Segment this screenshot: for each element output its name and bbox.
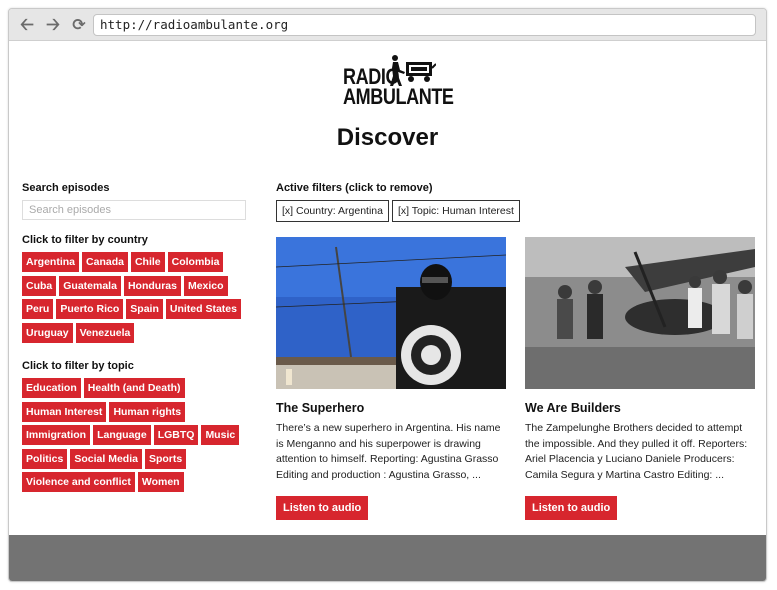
topic-tag-music[interactable]: Music xyxy=(201,425,240,445)
topic-tag-sports[interactable]: Sports xyxy=(144,448,187,469)
topic-tags: Education Health (and Death) Human Inter… xyxy=(22,378,252,496)
country-tag-peru[interactable]: Peru xyxy=(22,299,54,319)
active-filters-label: Active filters (click to remove) xyxy=(276,182,433,194)
country-tag-puerto-rico[interactable]: Puerto Rico xyxy=(56,299,124,319)
episode-image-builders[interactable] xyxy=(525,237,755,389)
search-label: Search episodes xyxy=(22,182,110,194)
topic-tag-social-media[interactable]: Social Media xyxy=(70,448,142,469)
topic-tag-education[interactable]: Education xyxy=(22,378,81,398)
back-arrow-icon[interactable]: 🡠 xyxy=(17,15,37,35)
topic-tag-lgbtq[interactable]: LGBTQ xyxy=(153,425,199,445)
topic-tag-human-interest[interactable]: Human Interest xyxy=(22,401,107,422)
episode-image-superhero[interactable] xyxy=(276,237,506,389)
country-tag-united-states[interactable]: United States xyxy=(165,299,241,319)
country-tag-chile[interactable]: Chile xyxy=(130,252,165,272)
country-tag-guatemala[interactable]: Guatemala xyxy=(59,275,121,296)
episode-description: There’s a new superhero in Argentina. Hi… xyxy=(276,422,501,481)
search-input[interactable] xyxy=(22,200,246,220)
episode-card: The Superhero There’s a new superhero in… xyxy=(276,237,506,520)
country-tag-venezuela[interactable]: Venezuela xyxy=(75,322,135,343)
country-tag-colombia[interactable]: Colombia xyxy=(167,252,224,272)
url-bar[interactable]: http://radioambulante.org xyxy=(93,14,756,36)
topic-tag-human-rights[interactable]: Human rights xyxy=(109,401,186,422)
episode-title[interactable]: The Superhero xyxy=(276,401,506,415)
active-filter-country[interactable]: [x] Country: Argentina xyxy=(276,200,389,222)
active-filters: [x] Country: Argentina [x] Topic: Human … xyxy=(276,200,756,222)
page-footer xyxy=(9,535,766,581)
episode-card: We Are Builders The Zampelunghe Brothers… xyxy=(525,237,755,520)
listen-to-audio-button[interactable]: Listen to audio xyxy=(525,496,618,520)
country-tag-mexico[interactable]: Mexico xyxy=(183,275,228,296)
forward-arrow-icon[interactable]: 🡢 xyxy=(43,15,63,35)
cart-man-icon xyxy=(390,55,436,86)
topic-tag-violence[interactable]: Violence and conflict xyxy=(22,472,135,492)
radio-ambulante-logo[interactable]: RADIO AMBULANTE xyxy=(336,54,454,109)
topic-tag-health[interactable]: Health (and Death) xyxy=(83,378,185,398)
country-tag-argentina[interactable]: Argentina xyxy=(22,252,80,272)
topic-tag-immigration[interactable]: Immigration xyxy=(22,425,91,445)
filter-sidebar: Search episodes Click to filter by count… xyxy=(22,182,252,496)
listen-to-audio-button[interactable]: Listen to audio xyxy=(276,496,369,520)
results-area: Active filters (click to remove) [x] Cou… xyxy=(276,182,756,520)
country-tag-honduras[interactable]: Honduras xyxy=(123,275,181,296)
browser-toolbar: 🡠 🡢 ⟳ http://radioambulante.org xyxy=(9,9,766,41)
country-tag-spain[interactable]: Spain xyxy=(126,299,163,319)
topic-tag-language[interactable]: Language xyxy=(93,425,151,445)
country-tag-uruguay[interactable]: Uruguay xyxy=(22,322,73,343)
browser-window: 🡠 🡢 ⟳ http://radioambulante.org RADIO AM… xyxy=(8,8,767,582)
page-content: RADIO AMBULANTE Discover Search episodes… xyxy=(9,42,766,535)
page-title: Discover xyxy=(336,124,439,151)
episode-description: The Zampelunghe Brothers decided to atte… xyxy=(525,422,748,481)
episode-title[interactable]: We Are Builders xyxy=(525,401,755,415)
reload-icon[interactable]: ⟳ xyxy=(69,15,89,35)
active-filter-topic[interactable]: [x] Topic: Human Interest xyxy=(391,200,520,222)
topic-tag-women[interactable]: Women xyxy=(137,472,184,492)
country-filter-label: Click to filter by country xyxy=(22,234,148,246)
country-tag-canada[interactable]: Canada xyxy=(82,252,128,272)
country-tags: Argentina Canada Chile Colombia Cuba Gua… xyxy=(22,252,252,346)
country-tag-cuba[interactable]: Cuba xyxy=(22,275,57,296)
topic-tag-politics[interactable]: Politics xyxy=(22,448,68,469)
topic-filter-label: Click to filter by topic xyxy=(22,360,134,372)
